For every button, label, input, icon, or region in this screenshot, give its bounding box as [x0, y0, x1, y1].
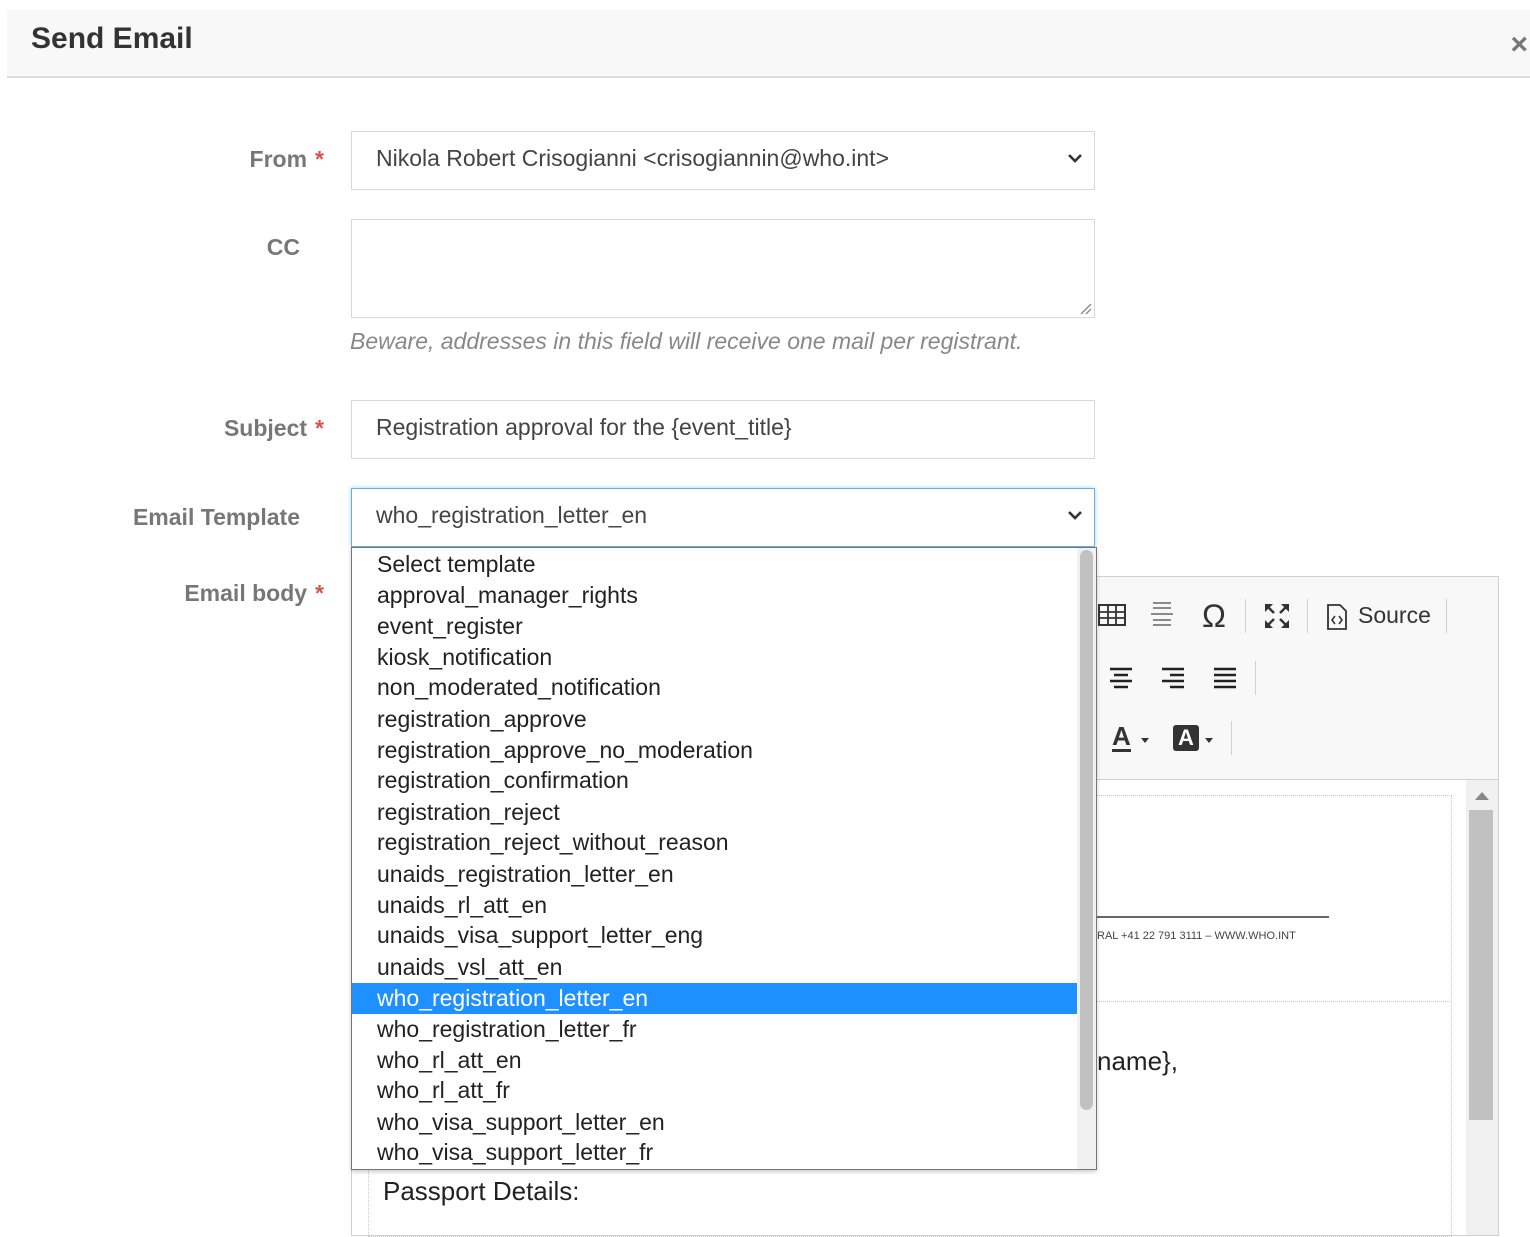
template-option[interactable]: unaids_vsl_att_en — [352, 952, 1077, 983]
toolbar-separator — [1245, 599, 1246, 633]
template-option[interactable]: registration_confirmation — [352, 765, 1077, 796]
align-center-icon[interactable] — [1108, 667, 1134, 689]
caret-down-icon[interactable] — [1204, 737, 1214, 745]
from-label: From * — [250, 146, 324, 173]
template-dropdown-list[interactable]: Select template approval_manager_rights ev… — [351, 547, 1097, 1170]
close-icon[interactable]: × — [1510, 30, 1528, 60]
template-option[interactable]: who_registration_letter_en — [352, 983, 1077, 1014]
required-marker: * — [315, 580, 324, 606]
letterhead-footer: RAL +41 22 791 3111 – WWW.WHO.INT — [1097, 930, 1296, 942]
template-option[interactable]: who_visa_support_letter_en — [352, 1107, 1077, 1138]
greeting-text: name}, — [1097, 1046, 1178, 1076]
template-label: Email Template — [132, 504, 300, 530]
caret-down-icon[interactable] — [1140, 737, 1150, 745]
modal-header: Send Email × — [7, 10, 1530, 78]
table-icon[interactable] — [1097, 602, 1127, 628]
cc-label: CC — [266, 234, 300, 260]
template-option[interactable]: registration_approve — [352, 704, 1077, 735]
template-option[interactable]: unaids_visa_support_letter_eng — [352, 920, 1077, 951]
template-option[interactable]: who_rl_att_fr — [352, 1075, 1077, 1106]
template-option[interactable]: event_register — [352, 611, 1077, 642]
dropdown-scrollbar[interactable] — [1077, 548, 1096, 1169]
horizontal-line-icon[interactable] — [1149, 599, 1175, 631]
body-label: Email body * — [184, 580, 324, 607]
template-option[interactable]: unaids_rl_att_en — [352, 890, 1077, 921]
modal-title: Send Email — [31, 22, 193, 55]
subject-input[interactable]: Registration approval for the {event_tit… — [351, 400, 1095, 459]
subject-label: Subject * — [224, 415, 324, 442]
from-value: Nikola Robert Crisogianni <crisogiannin@… — [376, 145, 889, 171]
scroll-up-icon[interactable] — [1475, 792, 1489, 800]
cc-help-text: Beware, addresses in this field will rec… — [350, 328, 1023, 354]
template-option[interactable]: who_visa_support_letter_fr — [352, 1137, 1077, 1168]
template-option[interactable]: kiosk_notification — [352, 642, 1077, 673]
maximize-icon[interactable] — [1262, 601, 1292, 631]
body-label-text: Email body — [184, 580, 308, 606]
template-option[interactable]: approval_manager_rights — [352, 580, 1077, 611]
subject-value: Registration approval for the {event_tit… — [376, 414, 792, 440]
toolbar-separator — [1231, 721, 1232, 755]
align-right-icon[interactable] — [1160, 667, 1186, 689]
template-option[interactable]: registration_reject — [352, 797, 1077, 828]
template-option[interactable]: Select template — [352, 549, 1077, 580]
template-value: who_registration_letter_en — [376, 502, 648, 528]
dropdown-scroll-thumb[interactable] — [1080, 550, 1093, 1110]
toolbar-separator — [1255, 661, 1256, 695]
from-select[interactable]: Nikola Robert Crisogianni <crisogiannin@… — [351, 131, 1095, 190]
template-option[interactable]: non_moderated_notification — [352, 672, 1077, 703]
from-label-text: From — [249, 146, 308, 172]
template-option[interactable]: who_rl_att_en — [352, 1045, 1077, 1076]
passport-label: Passport Details: — [383, 1176, 580, 1206]
required-marker: * — [315, 415, 324, 441]
subject-label-text: Subject — [223, 415, 308, 441]
source-button[interactable]: Source — [1358, 602, 1431, 629]
toolbar-separator — [1446, 599, 1447, 633]
editor-scroll-thumb[interactable] — [1469, 810, 1493, 1120]
chevron-down-icon — [1068, 511, 1082, 520]
template-select[interactable]: who_registration_letter_en — [351, 488, 1095, 547]
cc-textarea[interactable] — [351, 219, 1095, 318]
letterhead-rule — [1089, 916, 1329, 918]
template-option[interactable]: registration_approve_no_moderation — [352, 735, 1077, 766]
toolbar-separator — [1307, 599, 1308, 633]
template-option[interactable]: registration_reject_without_reason — [352, 827, 1077, 858]
background-color-icon[interactable]: A — [1173, 725, 1199, 751]
special-char-icon[interactable]: Ω — [1202, 598, 1226, 635]
required-marker: * — [315, 146, 324, 172]
editor-scrollbar[interactable] — [1466, 780, 1498, 1235]
template-option[interactable]: who_registration_letter_fr — [352, 1014, 1077, 1045]
source-icon[interactable] — [1325, 603, 1349, 631]
text-color-icon[interactable]: A — [1112, 723, 1131, 752]
template-option[interactable]: unaids_registration_letter_en — [352, 859, 1077, 890]
align-justify-icon[interactable] — [1212, 667, 1238, 689]
resize-grip-icon[interactable] — [1078, 301, 1092, 315]
chevron-down-icon — [1068, 154, 1082, 163]
